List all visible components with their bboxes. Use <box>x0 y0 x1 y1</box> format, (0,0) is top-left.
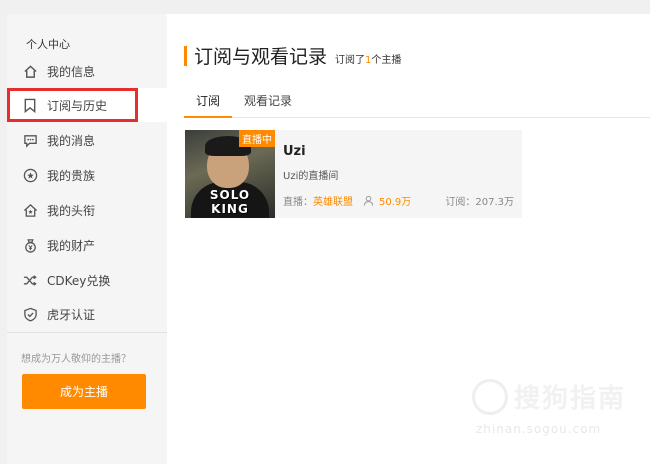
viewer-icon <box>363 195 374 206</box>
sidebar-item-verification[interactable]: 虎牙认证 <box>7 297 167 331</box>
highlight-box <box>7 88 138 122</box>
sidebar-item-label: 我的财产 <box>47 238 96 253</box>
sidebar-item-subscriptions-history[interactable]: 订阅与历史 <box>7 88 167 122</box>
sidebar-item-messages[interactable]: 我的消息 <box>7 123 167 157</box>
home-icon <box>22 63 38 79</box>
thumbnail-text: SOLO KING <box>209 188 251 216</box>
live-badge: 直播中 <box>239 130 275 147</box>
noble-star-icon <box>22 167 38 183</box>
sidebar-divider <box>7 332 167 333</box>
stream-meta: 直播： 英雄联盟 50.9万 <box>283 193 411 208</box>
watermark: 搜狗指南 <box>472 378 626 415</box>
money-bag-icon <box>22 237 38 253</box>
subscription-count: 订阅了1个主播 <box>335 55 402 66</box>
sidebar-item-label: 我的贵族 <box>47 168 96 183</box>
watermark-text: 搜狗指南 <box>514 384 627 414</box>
viewer-count: 50.9万 <box>379 197 412 208</box>
category-link[interactable]: 英雄联盟 <box>313 193 353 208</box>
sidebar-title: 个人中心 <box>26 38 70 51</box>
shuffle-icon <box>22 272 38 288</box>
sidebar-item-assets[interactable]: 我的财产 <box>7 228 167 262</box>
sidebar: 个人中心 我的信息 订阅与历史 我的消息 我的贵族 我的头衔 我的财产 CDKe… <box>7 14 167 464</box>
room-name: Uzi的直播间 <box>283 171 339 182</box>
sidebar-item-noble[interactable]: 我的贵族 <box>7 158 167 192</box>
promo-text: 想成为万人敬仰的主播？ <box>21 354 131 365</box>
stream-thumbnail[interactable]: SOLO KING 直播中 <box>185 130 275 218</box>
tab-watch-history[interactable]: 观看记录 <box>244 92 292 109</box>
watermark-logo-icon <box>472 378 508 415</box>
tab-subscriptions[interactable]: 订阅 <box>196 92 220 109</box>
sidebar-item-label: 我的头衔 <box>47 203 96 218</box>
tab-bar: 订阅 观看记录 <box>184 90 650 118</box>
sidebar-item-label: 虎牙认证 <box>47 307 96 322</box>
title-accent-bar <box>184 45 187 66</box>
sidebar-item-titles[interactable]: 我的头衔 <box>7 193 167 227</box>
sidebar-item-cdkey[interactable]: CDKey兑换 <box>7 263 167 297</box>
message-icon <box>22 132 38 148</box>
subscription-card[interactable]: SOLO KING 直播中 Uzi Uzi的直播间 直播： 英雄联盟 50.9万… <box>185 130 522 218</box>
watermark-url: zhinan.sogou.com <box>476 422 602 436</box>
category-prefix: 直播： <box>283 197 313 208</box>
active-tab-indicator <box>184 116 232 118</box>
subscriber-count: 订阅：207.3万 <box>445 197 514 208</box>
sidebar-item-label: 我的信息 <box>47 64 96 79</box>
shield-check-icon <box>22 306 38 322</box>
page-header: 订阅与观看记录 订阅了1个主播 <box>184 42 401 69</box>
sidebar-item-label: 我的消息 <box>47 133 96 148</box>
title-house-icon <box>22 202 38 218</box>
sidebar-item-my-info[interactable]: 我的信息 <box>7 54 167 88</box>
page-title: 订阅与观看记录 <box>194 46 328 68</box>
sidebar-item-label: CDKey兑换 <box>47 273 111 288</box>
become-streamer-button[interactable]: 成为主播 <box>22 374 146 409</box>
streamer-name[interactable]: Uzi <box>283 144 306 159</box>
